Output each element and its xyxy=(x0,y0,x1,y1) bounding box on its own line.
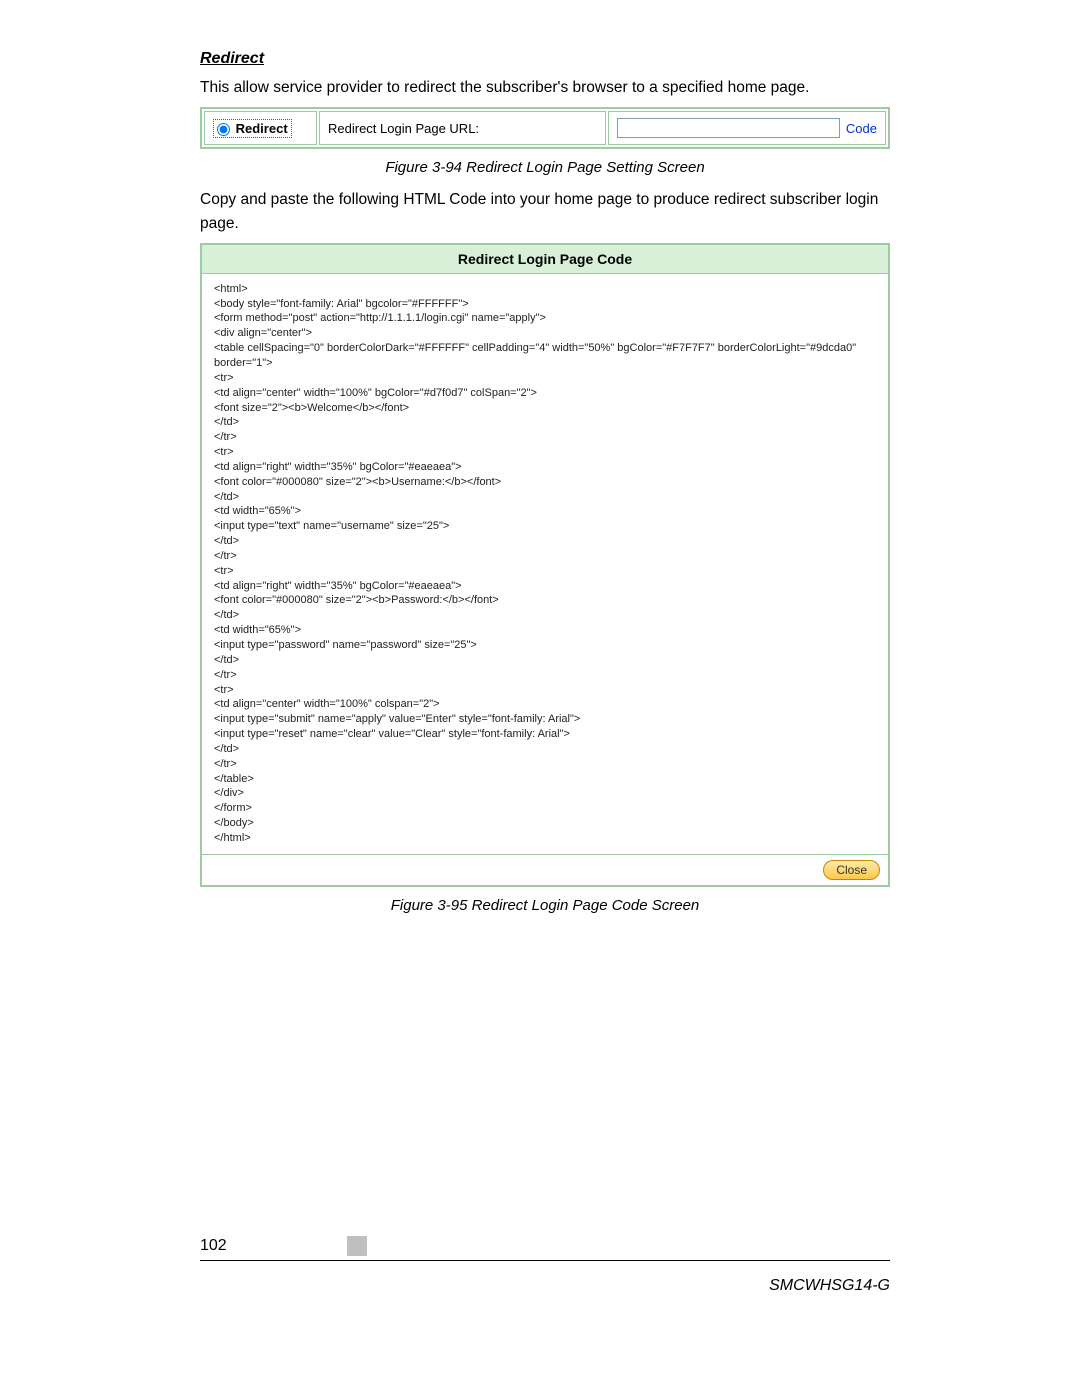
close-row: Close xyxy=(202,854,888,885)
page-footer: 102 SMCWHSG14-G xyxy=(200,1236,890,1295)
redirect-url-label-cell: Redirect Login Page URL: xyxy=(319,111,606,145)
redirect-radio-label: Redirect xyxy=(236,121,288,136)
footer-square-icon xyxy=(347,1236,367,1256)
intro-paragraph: This allow service provider to redirect … xyxy=(200,76,890,99)
document-page: Redirect This allow service provider to … xyxy=(0,0,1080,1397)
copy-paste-paragraph: Copy and paste the following HTML Code i… xyxy=(200,188,890,235)
code-panel-header: Redirect Login Page Code xyxy=(202,245,888,274)
section-heading: Redirect xyxy=(200,50,890,68)
redirect-url-input-cell: Code xyxy=(608,111,886,145)
model-number: SMCWHSG14-G xyxy=(200,1277,890,1295)
code-link[interactable]: Code xyxy=(846,121,877,136)
redirect-code-panel: Redirect Login Page Code <html> <body st… xyxy=(200,243,890,887)
code-panel-body: <html> <body style="font-family: Arial" … xyxy=(202,274,888,854)
close-button[interactable]: Close xyxy=(823,860,880,880)
redirect-radio-cell: Redirect xyxy=(204,111,317,145)
redirect-radio[interactable] xyxy=(217,123,230,136)
page-number: 102 xyxy=(200,1237,227,1255)
figure-94-caption: Figure 3-94 Redirect Login Page Setting … xyxy=(200,159,890,176)
redirect-settings-table: Redirect Redirect Login Page URL: Code xyxy=(200,107,890,149)
figure-95-caption: Figure 3-95 Redirect Login Page Code Scr… xyxy=(200,897,890,914)
redirect-url-input[interactable] xyxy=(617,118,840,138)
footer-rule xyxy=(200,1260,890,1261)
